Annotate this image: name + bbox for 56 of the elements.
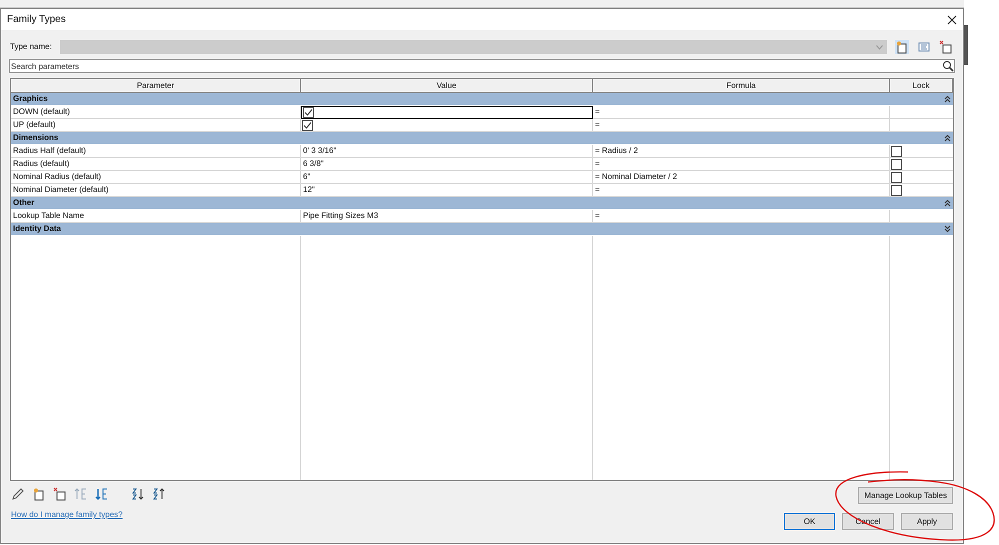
column-header[interactable]: Formula [593, 79, 890, 92]
checkbox[interactable] [891, 172, 902, 182]
table-cell[interactable] [301, 106, 593, 119]
manage-lookup-tables-button[interactable]: Manage Lookup Tables [858, 487, 953, 504]
column-header[interactable]: Value [301, 79, 593, 92]
expand-icon[interactable] [944, 225, 951, 233]
window-title: Family Types [7, 13, 66, 27]
caret-icon [876, 44, 883, 50]
sort-ascending-icon[interactable] [131, 487, 145, 501]
sort-descending-icon[interactable] [152, 487, 166, 501]
delete-type-icon[interactable] [939, 40, 953, 54]
collapse-icon[interactable] [944, 134, 951, 142]
close-icon[interactable] [947, 14, 957, 24]
column-header[interactable]: Parameter [11, 79, 301, 92]
table-cell[interactable]: = [593, 184, 890, 196]
table-cell: Lookup Table Name [11, 210, 301, 222]
search-field[interactable]: Search parameters [9, 59, 955, 73]
table-cell[interactable]: = [593, 158, 890, 170]
collapse-icon[interactable] [944, 199, 951, 207]
table-cell: Nominal Diameter (default) [11, 184, 301, 196]
table-cell[interactable]: 6" [301, 171, 593, 183]
group-header[interactable]: Identity Data [11, 223, 953, 236]
checkbox[interactable] [891, 184, 902, 196]
checkbox[interactable] [302, 120, 313, 130]
table-cell[interactable]: = Nominal Diameter / 2 [593, 171, 890, 183]
group-header[interactable]: Dimensions [11, 132, 953, 145]
table-cell: Radius (default) [11, 158, 301, 170]
ok-button[interactable]: OK [784, 513, 835, 530]
group-header[interactable]: Other [11, 197, 953, 210]
new-parameter-icon[interactable] [32, 487, 46, 501]
pencil-icon[interactable] [11, 487, 25, 501]
move-down-icon[interactable] [95, 487, 109, 501]
table-cell: Radius Half (default) [11, 145, 301, 157]
search-icon[interactable] [942, 60, 954, 72]
column-header[interactable]: Lock [890, 79, 953, 92]
table-cell[interactable]: = [593, 119, 890, 131]
rename-icon[interactable] [917, 40, 931, 54]
table-cell[interactable]: Pipe Fitting Sizes M3 [301, 210, 593, 222]
group-header[interactable]: Graphics [11, 93, 953, 106]
new-type-icon[interactable] [895, 40, 909, 54]
table-cell[interactable]: = Radius / 2 [593, 145, 890, 157]
field-label: Type name: [10, 41, 52, 53]
table-cell[interactable]: 0' 3 3/16" [301, 145, 593, 157]
help-link[interactable]: How do I manage family types? [11, 509, 166, 521]
checkbox[interactable] [303, 107, 314, 118]
table-cell: UP (default) [11, 119, 301, 131]
table-cell[interactable]: = [593, 210, 890, 222]
table-cell[interactable]: 12" [301, 184, 593, 196]
checkbox[interactable] [891, 158, 902, 170]
collapse-icon[interactable] [944, 95, 951, 103]
checkbox[interactable] [891, 146, 902, 156]
table-cell[interactable]: 6 3/8" [301, 158, 593, 170]
apply-button[interactable]: Apply [901, 513, 953, 530]
scrollbar[interactable] [964, 25, 968, 65]
table-cell: Nominal Radius (default) [11, 171, 301, 183]
delete-parameter-icon[interactable] [53, 487, 67, 501]
